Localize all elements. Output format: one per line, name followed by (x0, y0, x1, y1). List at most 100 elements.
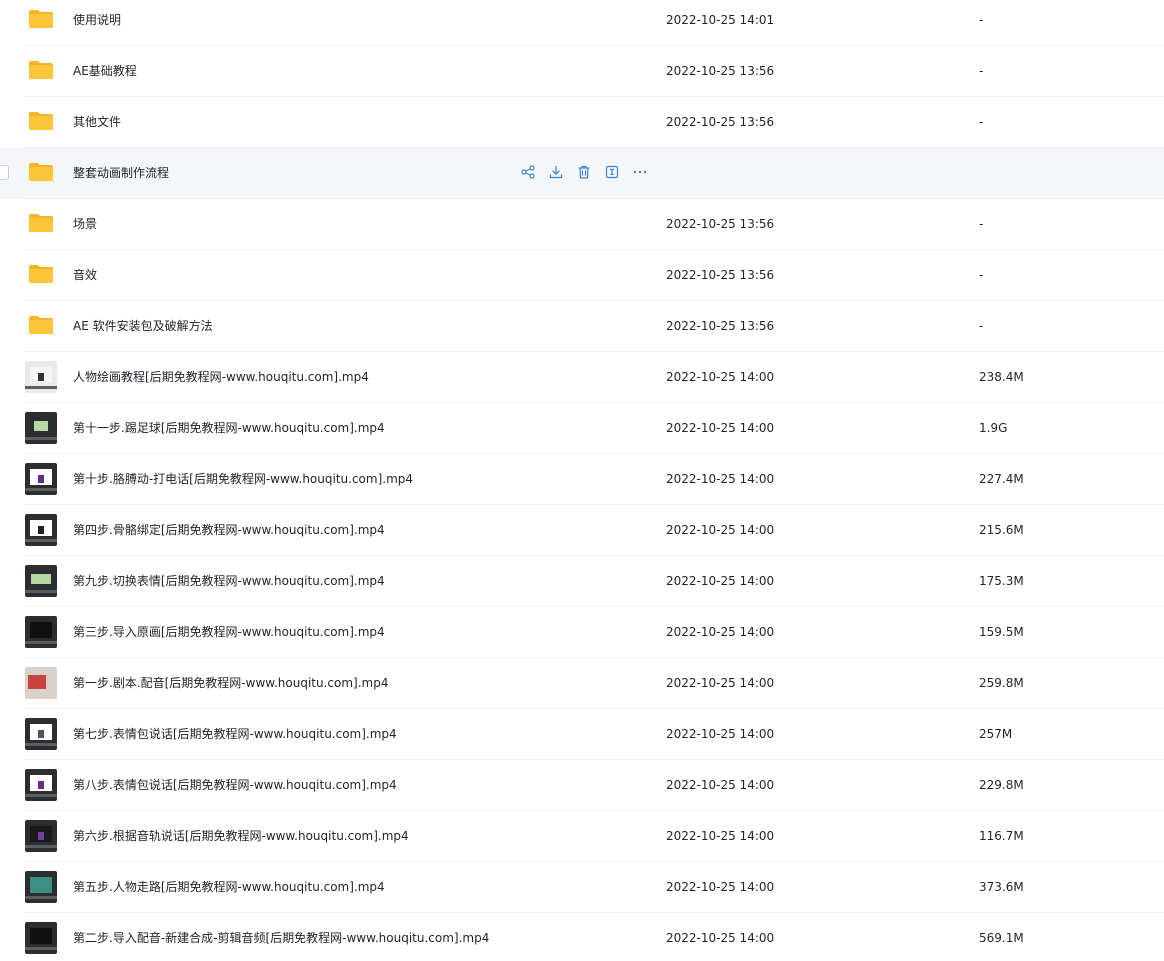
rename-icon[interactable] (604, 164, 620, 180)
file-size: 1.9G (979, 421, 1008, 435)
modified-date: 2022-10-25 14:00 (666, 625, 775, 639)
file-size: 373.6M (979, 880, 1024, 894)
file-name[interactable]: 整套动画制作流程 (73, 164, 169, 182)
folder-icon (28, 213, 54, 233)
file-name[interactable]: 第七步.表情包说话[后期免教程网-www.houqitu.com].mp4 (73, 725, 397, 743)
video-thumbnail-icon (25, 820, 57, 852)
more-icon[interactable] (632, 164, 648, 180)
file-size: - (979, 217, 984, 231)
list-item[interactable]: 第十一步.踢足球[后期免教程网-www.houqitu.com].mp4 202… (0, 403, 1164, 454)
folder-icon (28, 162, 54, 182)
list-item[interactable]: 整套动画制作流程 (0, 148, 1164, 199)
modified-date: 2022-10-25 14:00 (666, 472, 775, 486)
list-item[interactable]: 第九步.切换表情[后期免教程网-www.houqitu.com].mp4 202… (0, 556, 1164, 607)
file-size: 116.7M (979, 829, 1024, 843)
file-name[interactable]: 第六步.根据音轨说话[后期免教程网-www.houqitu.com].mp4 (73, 827, 409, 845)
file-name[interactable]: 其他文件 (73, 113, 121, 131)
file-name[interactable]: 第三步.导入原画[后期免教程网-www.houqitu.com].mp4 (73, 623, 385, 641)
file-name[interactable]: 第四步.骨骼绑定[后期免教程网-www.houqitu.com].mp4 (73, 521, 385, 539)
file-name[interactable]: 人物绘画教程[后期免教程网-www.houqitu.com].mp4 (73, 368, 369, 386)
list-item[interactable]: 第五步.人物走路[后期免教程网-www.houqitu.com].mp4 202… (0, 862, 1164, 913)
file-size: 569.1M (979, 931, 1024, 945)
list-item[interactable]: 第六步.根据音轨说话[后期免教程网-www.houqitu.com].mp4 2… (0, 811, 1164, 862)
list-item[interactable]: 第十步.胳膊动-打电话[后期免教程网-www.houqitu.com].mp4 … (0, 454, 1164, 505)
list-item[interactable]: 其他文件 2022-10-25 13:56 - (0, 97, 1164, 148)
folder-icon (28, 9, 54, 29)
modified-date: 2022-10-25 13:56 (666, 319, 775, 333)
modified-date: 2022-10-25 14:00 (666, 370, 775, 384)
delete-icon[interactable] (576, 164, 592, 180)
video-thumbnail-icon (25, 769, 57, 801)
file-name[interactable]: 第九步.切换表情[后期免教程网-www.houqitu.com].mp4 (73, 572, 385, 590)
video-thumbnail-icon (25, 871, 57, 903)
file-size: - (979, 319, 984, 333)
video-thumbnail-icon (25, 616, 57, 648)
video-thumbnail-icon (25, 718, 57, 750)
file-name[interactable]: 音效 (73, 266, 97, 284)
file-list: 使用说明 2022-10-25 14:01 - AE基础教程 2022-10-2… (0, 0, 1164, 961)
video-thumbnail-icon (25, 565, 57, 597)
folder-icon (28, 60, 54, 80)
file-size: 159.5M (979, 625, 1024, 639)
file-name[interactable]: 使用说明 (73, 11, 121, 29)
folder-icon (28, 264, 54, 284)
download-icon[interactable] (548, 164, 564, 180)
modified-date: 2022-10-25 13:56 (666, 64, 775, 78)
list-item[interactable]: 人物绘画教程[后期免教程网-www.houqitu.com].mp4 2022-… (0, 352, 1164, 403)
file-size: 229.8M (979, 778, 1024, 792)
list-item[interactable]: 第二步.导入配音-新建合成-剪辑音频[后期免教程网-www.houqitu.co… (0, 913, 1164, 961)
row-checkbox[interactable] (0, 165, 9, 180)
file-name[interactable]: 第一步.剧本.配音[后期免教程网-www.houqitu.com].mp4 (73, 674, 389, 692)
list-item[interactable]: 音效 2022-10-25 13:56 - (0, 250, 1164, 301)
file-name[interactable]: 第十一步.踢足球[后期免教程网-www.houqitu.com].mp4 (73, 419, 385, 437)
video-thumbnail-icon (25, 463, 57, 495)
file-name[interactable]: 第二步.导入配音-新建合成-剪辑音频[后期免教程网-www.houqitu.co… (73, 929, 489, 947)
file-size: 227.4M (979, 472, 1024, 486)
modified-date: 2022-10-25 13:56 (666, 217, 775, 231)
list-item[interactable]: AE基础教程 2022-10-25 13:56 - (0, 46, 1164, 97)
file-name[interactable]: AE基础教程 (73, 62, 137, 80)
modified-date: 2022-10-25 13:56 (666, 268, 775, 282)
folder-icon (28, 315, 54, 335)
file-size: - (979, 115, 984, 129)
list-item[interactable]: 第八步.表情包说话[后期免教程网-www.houqitu.com].mp4 20… (0, 760, 1164, 811)
file-size: - (979, 13, 984, 27)
file-size: 215.6M (979, 523, 1024, 537)
modified-date: 2022-10-25 14:00 (666, 778, 775, 792)
video-thumbnail-icon (25, 667, 57, 699)
video-thumbnail-icon (25, 514, 57, 546)
modified-date: 2022-10-25 14:00 (666, 727, 775, 741)
file-size: 175.3M (979, 574, 1024, 588)
list-item[interactable]: 第七步.表情包说话[后期免教程网-www.houqitu.com].mp4 20… (0, 709, 1164, 760)
video-thumbnail-icon (25, 361, 57, 393)
modified-date: 2022-10-25 14:00 (666, 676, 775, 690)
video-thumbnail-icon (25, 412, 57, 444)
file-size: 257M (979, 727, 1013, 741)
list-item[interactable]: 第三步.导入原画[后期免教程网-www.houqitu.com].mp4 202… (0, 607, 1164, 658)
share-icon[interactable] (520, 164, 536, 180)
file-size: - (979, 64, 984, 78)
row-actions (520, 164, 648, 182)
file-size: 238.4M (979, 370, 1024, 384)
modified-date: 2022-10-25 13:56 (666, 115, 775, 129)
file-name[interactable]: 第八步.表情包说话[后期免教程网-www.houqitu.com].mp4 (73, 776, 397, 794)
list-item[interactable]: 场景 2022-10-25 13:56 - (0, 199, 1164, 250)
modified-date: 2022-10-25 14:00 (666, 829, 775, 843)
modified-date: 2022-10-25 14:00 (666, 421, 775, 435)
file-size: - (979, 268, 984, 282)
list-item[interactable]: AE 软件安装包及破解方法 2022-10-25 13:56 - (0, 301, 1164, 352)
modified-date: 2022-10-25 14:00 (666, 880, 775, 894)
file-name[interactable]: 场景 (73, 215, 97, 233)
list-item[interactable]: 使用说明 2022-10-25 14:01 - (0, 0, 1164, 46)
list-item[interactable]: 第四步.骨骼绑定[后期免教程网-www.houqitu.com].mp4 202… (0, 505, 1164, 556)
modified-date: 2022-10-25 14:00 (666, 931, 775, 945)
file-size: 259.8M (979, 676, 1024, 690)
file-name[interactable]: 第五步.人物走路[后期免教程网-www.houqitu.com].mp4 (73, 878, 385, 896)
file-name[interactable]: AE 软件安装包及破解方法 (73, 317, 213, 335)
video-thumbnail-icon (25, 922, 57, 954)
modified-date: 2022-10-25 14:01 (666, 13, 775, 27)
folder-icon (28, 111, 54, 131)
file-name[interactable]: 第十步.胳膊动-打电话[后期免教程网-www.houqitu.com].mp4 (73, 470, 413, 488)
modified-date: 2022-10-25 14:00 (666, 523, 775, 537)
list-item[interactable]: 第一步.剧本.配音[后期免教程网-www.houqitu.com].mp4 20… (0, 658, 1164, 709)
